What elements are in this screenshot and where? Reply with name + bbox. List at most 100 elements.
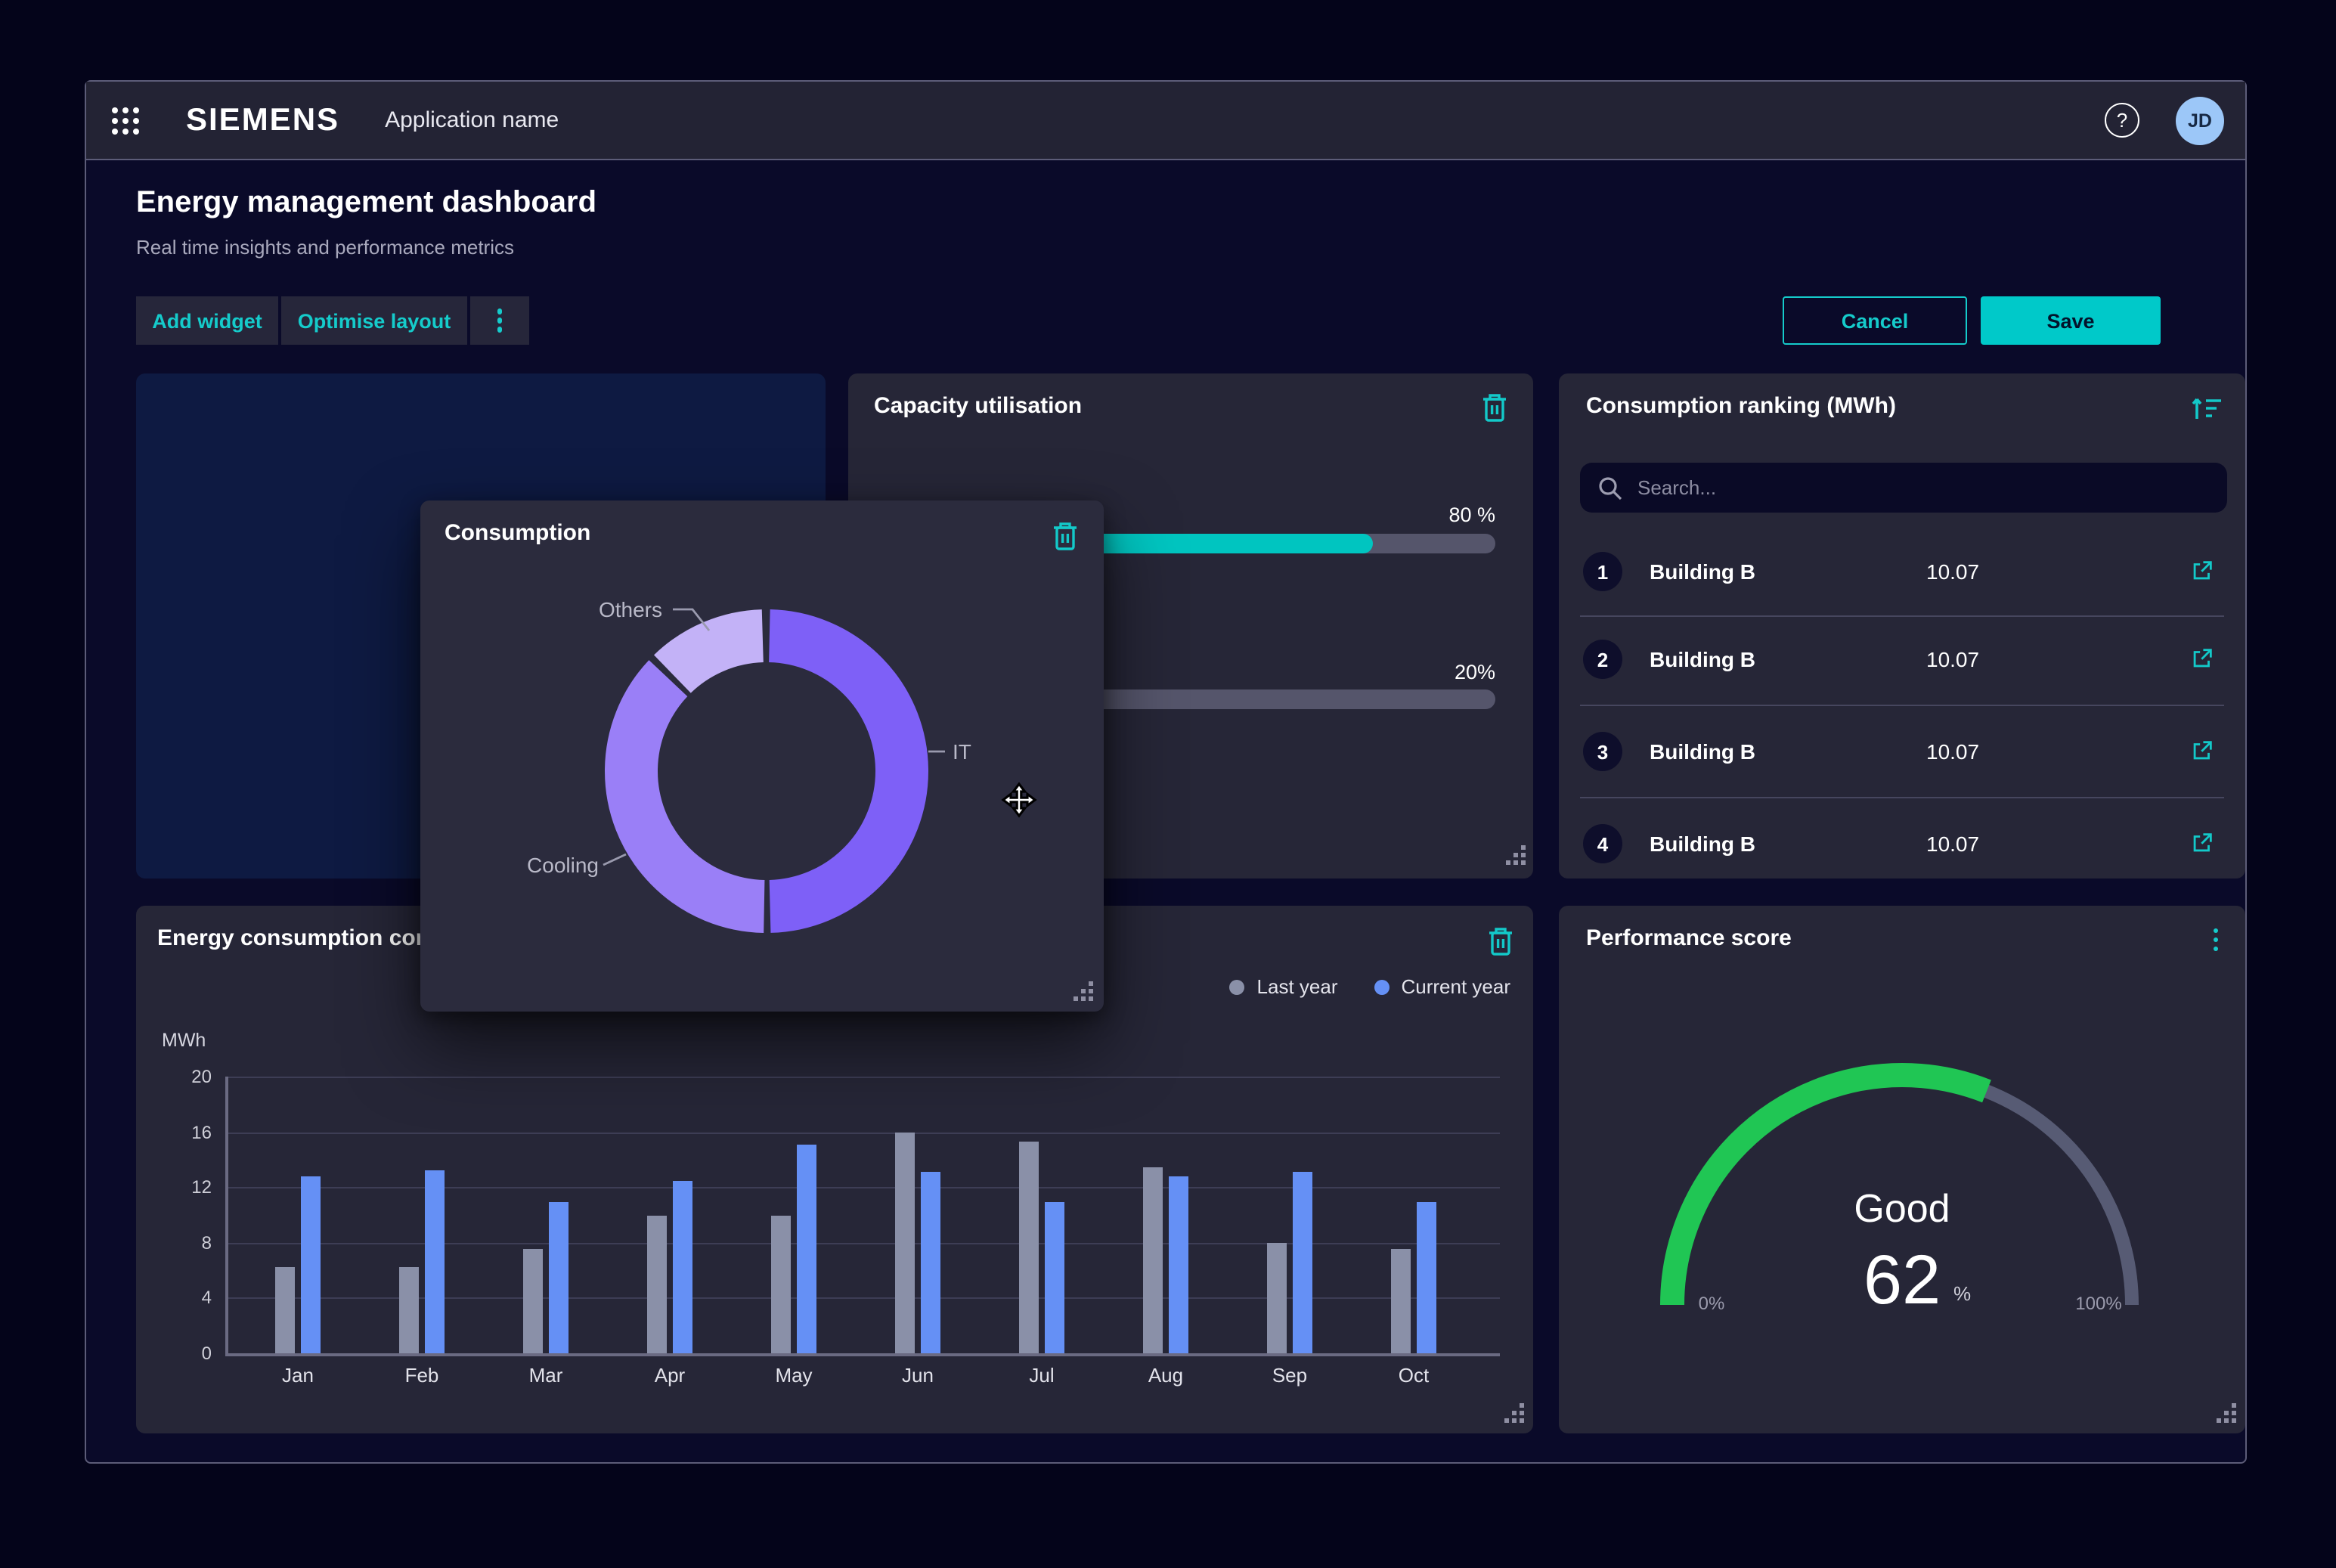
donut-label-cooling: Cooling — [478, 853, 599, 877]
bar-last-year — [399, 1268, 419, 1353]
external-link-icon — [2189, 738, 2215, 764]
siemens-logo: SIEMENS — [186, 102, 339, 138]
bar-current-year — [1169, 1176, 1188, 1353]
ranking-row[interactable]: 2Building B10.07 — [1559, 614, 2245, 705]
performance-status: Good — [1675, 1185, 2129, 1232]
legend-dot — [1230, 979, 1245, 994]
cancel-button[interactable]: Cancel — [1783, 296, 1967, 345]
app-window: SIEMENS Application name ? JD Energy man… — [85, 80, 2247, 1464]
page-subtitle: Real time insights and performance metri… — [136, 236, 514, 259]
avatar[interactable]: JD — [2176, 96, 2224, 144]
dashboard-content: Energy management dashboard Real time in… — [86, 160, 2245, 1462]
sort-button[interactable] — [2191, 393, 2224, 431]
performance-score-value: 62 — [1675, 1238, 2129, 1320]
x-axis-tick: Aug — [1120, 1364, 1211, 1387]
y-axis-tick: 0 — [136, 1343, 212, 1364]
resize-handle[interactable] — [1506, 845, 1527, 866]
x-axis-tick: Jun — [872, 1364, 963, 1387]
open-detail-button[interactable] — [2189, 830, 2215, 863]
screen: SIEMENS Application name ? JD Energy man… — [0, 0, 2336, 1568]
rank-badge: 1 — [1583, 552, 1622, 591]
ranking-row[interactable]: 1Building B10.07 — [1559, 526, 2245, 617]
delete-widget-button[interactable] — [1486, 925, 1515, 965]
bar-current-year — [549, 1203, 569, 1353]
bar-last-year — [771, 1215, 791, 1353]
open-detail-button[interactable] — [2189, 738, 2215, 771]
search-input[interactable] — [1637, 476, 2182, 499]
consumption-widget-floating[interactable]: Consumption — [420, 500, 1104, 1012]
bar-current-year — [797, 1145, 816, 1353]
search-box — [1580, 463, 2227, 513]
bar-last-year — [1143, 1168, 1163, 1353]
y-axis-tick: 16 — [136, 1121, 212, 1142]
widget-title: Capacity utilisation — [874, 393, 1082, 419]
bar-last-year — [895, 1132, 915, 1353]
open-detail-button[interactable] — [2189, 558, 2215, 591]
widget-title: Consumption — [445, 520, 590, 546]
chart-legend: Last year Current year — [1230, 975, 1510, 998]
save-button[interactable]: Save — [1981, 296, 2161, 345]
row-divider — [1580, 705, 2224, 706]
sort-ascending-icon — [2191, 393, 2224, 423]
donut-label-it: IT — [953, 739, 971, 764]
x-axis-tick: Jan — [252, 1364, 343, 1387]
trash-icon — [1486, 925, 1515, 957]
widget-kebab-button[interactable] — [2213, 924, 2218, 955]
bar-current-year — [921, 1172, 940, 1353]
kebab-icon — [2213, 928, 2218, 951]
search-icon — [1598, 476, 1622, 500]
top-bar: SIEMENS Application name ? JD — [86, 82, 2245, 160]
rank-badge: 2 — [1583, 640, 1622, 679]
delete-widget-button[interactable] — [1051, 520, 1080, 559]
legend-dot — [1374, 979, 1390, 994]
app-launcher-icon[interactable] — [110, 105, 141, 135]
bar-last-year — [1019, 1142, 1039, 1353]
external-link-icon — [2189, 830, 2215, 856]
capacity-row-value: 20% — [1455, 661, 1495, 683]
legend-item-last-year: Last year — [1230, 975, 1338, 998]
toolbar-kebab-button[interactable] — [470, 296, 529, 345]
add-widget-button[interactable]: Add widget — [136, 296, 278, 345]
open-detail-button[interactable] — [2189, 646, 2215, 679]
consumption-value: 10.07 — [1926, 647, 1979, 671]
x-axis-tick: Sep — [1244, 1364, 1335, 1387]
x-axis-tick: Feb — [376, 1364, 467, 1387]
y-axis-tick: 8 — [136, 1232, 212, 1253]
optimise-layout-button[interactable]: Optimise layout — [281, 296, 467, 345]
x-axis-tick: Apr — [624, 1364, 715, 1387]
performance-score-unit: % — [1953, 1282, 1971, 1305]
resize-handle[interactable] — [2217, 1403, 2238, 1424]
y-axis-tick: 20 — [136, 1066, 212, 1087]
consumption-ranking-widget: Consumption ranking (MWh) 1Build — [1559, 373, 2245, 879]
building-name: Building B — [1650, 739, 1755, 764]
building-name: Building B — [1650, 832, 1755, 856]
x-axis-tick: Oct — [1368, 1364, 1459, 1387]
ranking-row[interactable]: 4 Building B 10.07 — [1559, 798, 2245, 889]
delete-widget-button[interactable] — [1480, 392, 1509, 431]
consumption-value: 10.07 — [1926, 559, 1979, 584]
row-divider — [1580, 615, 2224, 617]
capacity-row-value: 80 % — [1448, 504, 1495, 526]
consumption-value: 10.07 — [1926, 832, 1979, 856]
rank-badge: 4 — [1583, 824, 1622, 863]
x-axis-tick: May — [748, 1364, 839, 1387]
help-icon[interactable]: ? — [2105, 103, 2139, 138]
legend-label: Last year — [1257, 975, 1338, 998]
trash-icon — [1480, 392, 1509, 423]
consumption-value: 10.07 — [1926, 739, 1979, 764]
kebab-icon — [497, 305, 503, 336]
x-axis-tick: Mar — [500, 1364, 591, 1387]
resize-handle[interactable] — [1074, 981, 1095, 1002]
resize-handle[interactable] — [1504, 1403, 1526, 1424]
y-axis-line — [225, 1077, 228, 1355]
x-axis-line — [225, 1353, 1500, 1356]
external-link-icon — [2189, 558, 2215, 584]
y-axis-tick: 4 — [136, 1288, 212, 1309]
ranking-row[interactable]: 3Building B10.07 — [1559, 706, 2245, 797]
bar-last-year — [1391, 1250, 1411, 1353]
trash-icon — [1051, 520, 1080, 552]
y-axis-tick: 12 — [136, 1176, 212, 1198]
row-divider — [1580, 797, 2224, 798]
bar-last-year — [647, 1215, 667, 1353]
bar-current-year — [301, 1176, 321, 1353]
